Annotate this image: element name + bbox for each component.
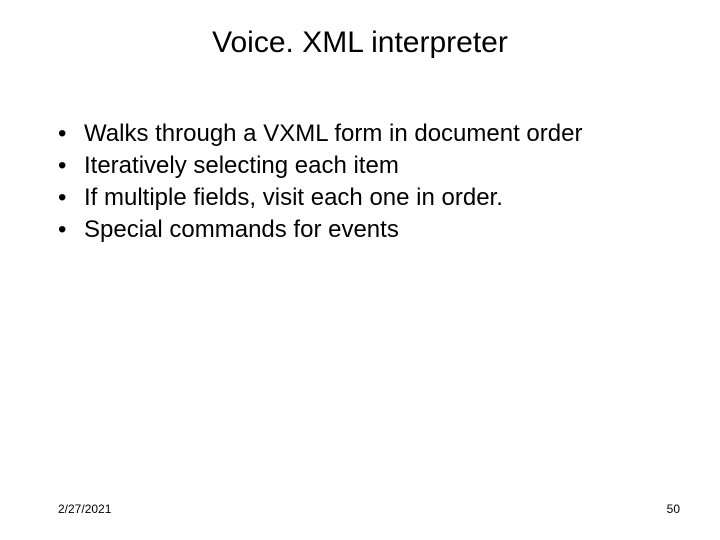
bullet-text: Special commands for events xyxy=(84,214,582,246)
slide-title: Voice. XML interpreter xyxy=(0,26,720,60)
bullet-icon: • xyxy=(58,214,84,246)
list-item: • If multiple fields, visit each one in … xyxy=(58,182,582,214)
bullet-text: Walks through a VXML form in document or… xyxy=(84,118,582,150)
bullet-icon: • xyxy=(58,118,84,150)
bullet-icon: • xyxy=(58,182,84,214)
bullet-list: • Walks through a VXML form in document … xyxy=(58,118,582,246)
footer-date: 2/27/2021 xyxy=(58,502,111,516)
bullet-text: Iteratively selecting each item xyxy=(84,150,582,182)
list-item: • Special commands for events xyxy=(58,214,582,246)
slide: Voice. XML interpreter • Walks through a… xyxy=(0,0,720,540)
bullet-icon: • xyxy=(58,150,84,182)
bullet-text: If multiple fields, visit each one in or… xyxy=(84,182,582,214)
footer-page-number: 50 xyxy=(667,502,680,516)
slide-footer: 2/27/2021 50 xyxy=(58,502,680,516)
list-item: • Iteratively selecting each item xyxy=(58,150,582,182)
slide-body: • Walks through a VXML form in document … xyxy=(58,118,680,246)
list-item: • Walks through a VXML form in document … xyxy=(58,118,582,150)
